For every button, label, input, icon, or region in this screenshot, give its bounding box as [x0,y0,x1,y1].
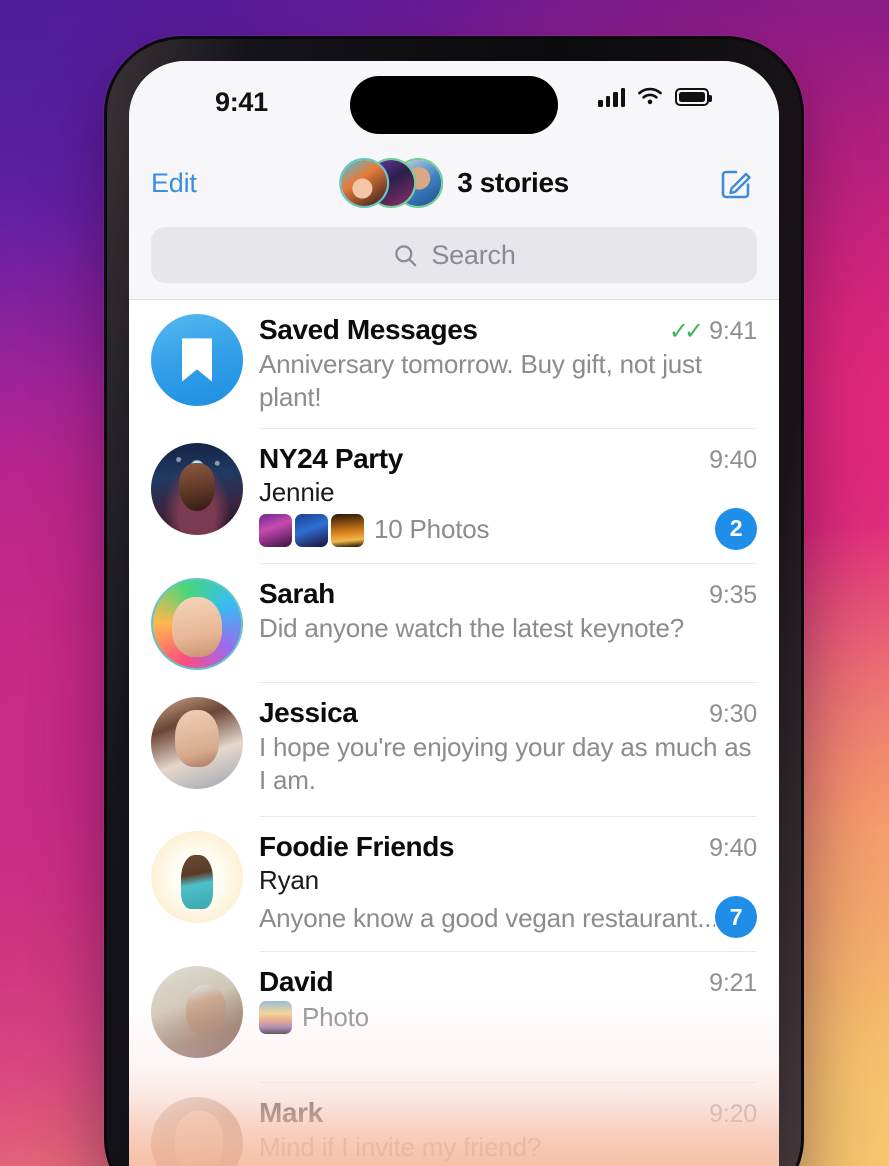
chat-name: Foodie Friends [259,831,455,863]
chat-name: Saved Messages [259,314,478,345]
chat-row-david[interactable]: David 9:21 Photo [129,952,779,1083]
chat-sender: Jennie [259,476,335,507]
chat-name: Jessica [259,696,358,728]
unread-badge: 7 [715,896,757,939]
photo-thumbnail-strip [259,513,364,547]
chat-row-saved-messages[interactable]: Saved Messages ✓✓ 9:41 Anniversary tomor… [129,300,779,429]
avatar [151,314,243,406]
status-bar-time: 9:41 [215,87,268,117]
chat-name: NY24 Party [259,442,403,474]
chat-preview: Anniversary tomorrow. Buy gift, not just… [259,349,702,413]
search-input[interactable]: Search [151,227,757,283]
compose-icon [721,170,751,199]
compose-button[interactable] [717,164,755,202]
search-icon [395,244,417,266]
chat-row-mark[interactable]: Mark 9:20 Mind if I invite my friend? [129,1083,779,1166]
photo-thumbnail [295,513,328,547]
avatar [151,831,243,924]
read-receipt-icon: ✓✓ [668,318,704,345]
chat-list[interactable]: Saved Messages ✓✓ 9:41 Anniversary tomor… [129,300,779,1166]
attachment-label: 10 Photos [374,514,490,545]
chat-row-jessica[interactable]: Jessica 9:30 I hope you're enjoying your… [129,683,779,818]
dynamic-island [350,76,558,134]
story-avatar-stack[interactable] [339,158,444,208]
attachment-label: Photo [302,1002,369,1033]
navigation-bar: Edit 3 stories [129,145,779,221]
story-avatar[interactable] [339,158,390,208]
avatar [151,696,243,789]
search-placeholder: Search [431,239,516,270]
chat-name: David [259,966,334,998]
chat-row-ny24-party[interactable]: NY24 Party 9:40 Jennie 10 Photos 2 [129,429,779,564]
photo-thumbnail [259,1001,292,1035]
phone-device-frame: 9:41 Edit 3 stories Search Saved Message… [104,36,804,1166]
phone-screen: 9:41 Edit 3 stories Search Saved Message… [129,61,779,1166]
chat-name: Mark [259,1096,323,1128]
status-bar-indicators [598,87,712,107]
chat-preview: Anyone know a good vegan restaurant... [259,902,715,933]
chat-preview: Did anyone watch the latest keynote? [259,612,684,643]
chat-time: 9:40 [709,834,757,863]
chat-time: 9:20 [709,1099,757,1128]
signal-bars-icon [598,87,625,107]
chat-time: 9:21 [709,969,757,998]
chat-row-foodie-friends[interactable]: Foodie Friends 9:40 Ryan Anyone know a g… [129,817,779,953]
avatar [151,442,243,535]
chat-sender: Ryan [259,865,319,896]
stories-count-label: 3 stories [457,167,569,198]
chat-name: Sarah [259,577,335,609]
battery-full-icon [675,88,712,106]
unread-badge: 2 [715,507,757,550]
chat-time: 9:35 [709,580,757,609]
chat-time: 9:30 [709,699,757,728]
saved-messages-bookmark-icon [182,338,212,382]
chat-time: 9:40 [709,445,757,474]
photo-thumbnail [259,513,292,547]
chat-preview: Mind if I invite my friend? [259,1131,542,1162]
chat-preview: I hope you're enjoying your day as much … [259,731,752,796]
photo-thumbnail [331,513,364,547]
edit-button[interactable]: Edit [151,168,197,199]
chat-time: 9:41 [709,317,757,345]
avatar [151,577,243,670]
avatar [151,966,243,1059]
stories-header[interactable]: 3 stories [339,158,569,208]
chat-row-sarah[interactable]: Sarah 9:35 Did anyone watch the latest k… [129,564,779,683]
wifi-icon [638,87,662,105]
search-bar-container: Search [129,221,779,299]
status-bar: 9:41 [129,61,779,145]
avatar [151,1096,243,1166]
